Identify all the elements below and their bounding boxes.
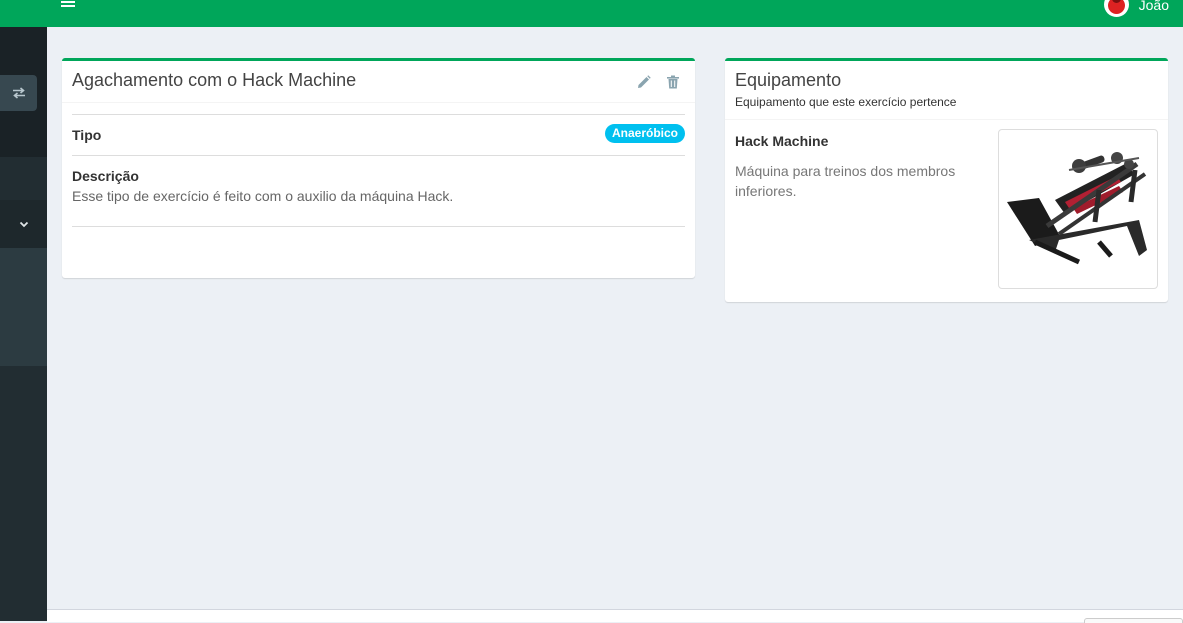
sidebar-submenu — [0, 248, 47, 366]
user-menu[interactable]: João — [1103, 0, 1169, 17]
exercise-title: Agachamento com o Hack Machine — [72, 70, 357, 90]
equipment-subtitle: Equipamento que este exercício pertence — [735, 95, 957, 109]
equipment-name: Hack Machine — [735, 133, 829, 149]
delete-button[interactable] — [665, 74, 681, 90]
divider — [62, 102, 695, 103]
avatar — [1103, 0, 1129, 17]
user-name: João — [1138, 0, 1169, 13]
hack-machine-image — [1007, 152, 1147, 265]
exchange-icon — [12, 87, 25, 99]
exercise-box: Agachamento com o Hack Machine Tipo Anae… — [62, 58, 695, 278]
sidebar-logo-area[interactable] — [0, 0, 47, 27]
equipment-image — [998, 129, 1158, 289]
box-tools — [636, 74, 681, 90]
equipment-title: Equipamento — [735, 70, 842, 90]
sidebar-menu-toggle[interactable] — [0, 200, 47, 248]
menu-toggle-button[interactable] — [61, 0, 75, 11]
top-navbar: João — [47, 0, 1183, 27]
description-label: Descrição — [72, 168, 139, 184]
divider — [725, 119, 1168, 120]
description-text: Esse tipo de exercício é feito com o aux… — [72, 188, 454, 204]
sidebar — [0, 0, 47, 621]
divider — [72, 226, 685, 227]
equipment-box: Equipamento Equipamento que este exercíc… — [725, 58, 1168, 302]
pencil-icon — [638, 75, 651, 88]
chevron-down-icon — [19, 221, 28, 227]
sidebar-switch-button[interactable] — [0, 75, 37, 111]
type-label: Tipo — [72, 127, 102, 143]
equipment-description: Máquina para treinos dos membros inferio… — [735, 163, 956, 199]
hamburger-icon — [61, 0, 75, 7]
divider — [72, 155, 685, 156]
type-badge: Anaeróbico — [604, 124, 685, 143]
page-footer — [47, 609, 1183, 623]
edit-button[interactable] — [636, 74, 652, 90]
divider — [72, 114, 685, 115]
trash-icon — [667, 75, 679, 89]
